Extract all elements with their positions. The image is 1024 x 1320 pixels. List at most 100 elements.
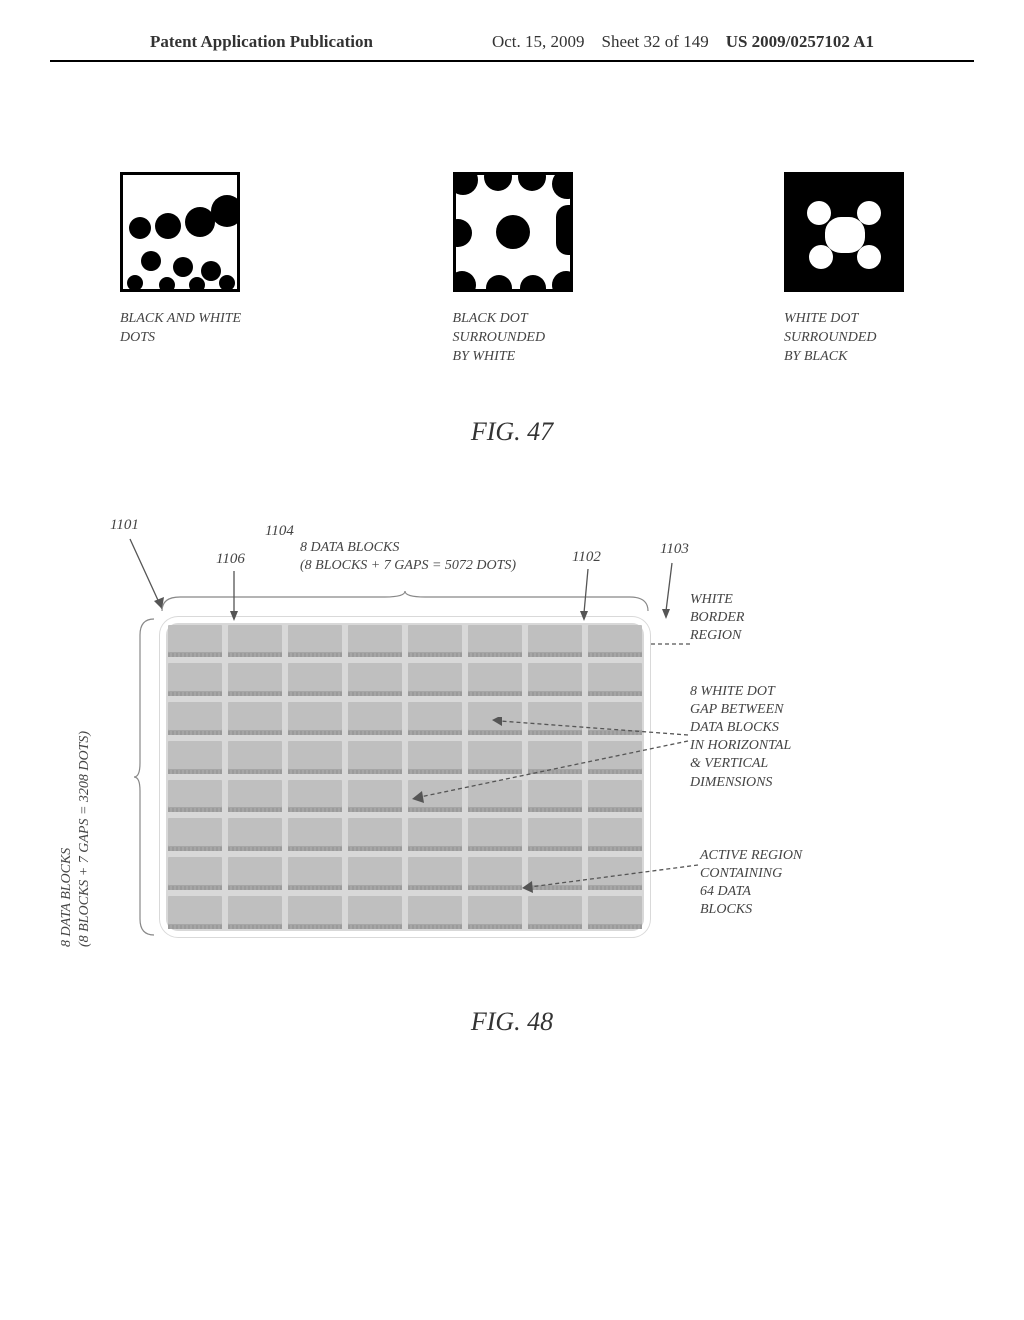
data-block [288,780,342,813]
data-block [468,818,522,851]
caption-line: BLOCKS [700,901,802,919]
data-block [588,818,642,851]
data-block [288,663,342,696]
caption-line: CONTAINING [700,865,802,883]
data-block [228,702,282,735]
data-block [408,702,462,735]
caption-line: WHITE [690,591,744,609]
caption-line: 8 DATA BLOCKS [300,539,516,557]
header-right: Oct. 15, 2009 Sheet 32 of 149 US 2009/02… [492,32,874,52]
fig48-gap-label: 8 WHITE DOT GAP BETWEEN DATA BLOCKS IN H… [690,683,791,792]
ref-1104: 1104 [265,523,294,540]
ref-1103: 1103 [660,541,689,558]
fig47-title: FIG. 47 [120,417,904,447]
fig48-left-label: 8 DATA BLOCKS (8 BLOCKS + 7 GAPS = 3208 … [58,731,94,947]
caption-line: GAP BETWEEN [690,701,791,719]
data-block [168,663,222,696]
data-block [468,663,522,696]
data-block [408,818,462,851]
data-block [168,625,222,658]
data-block [588,663,642,696]
caption-line: IN HORIZONTAL [690,737,791,755]
header-sheet: Sheet 32 of 149 [602,32,709,51]
data-block [348,625,402,658]
data-block [348,780,402,813]
data-block [288,818,342,851]
fig47-panel2 [453,172,573,292]
data-block [408,896,462,929]
fig47-panel3-wrap: WHITE DOT SURROUNDED BY BLACK [784,172,904,367]
fig47-panel1 [120,172,240,292]
caption-line: DOTS [120,329,241,348]
caption-line: BY WHITE [453,348,573,367]
data-block [228,780,282,813]
data-block [528,663,582,696]
data-block [528,896,582,929]
data-block [468,625,522,658]
header-pubno: US 2009/0257102 A1 [726,32,874,51]
data-block [288,741,342,774]
data-block [348,702,402,735]
caption-line: & VERTICAL [690,755,791,773]
data-block [168,702,222,735]
caption-line: 64 DATA [700,883,802,901]
figure-47: BLACK AND WHITE DOTS BLACK DOT SU [0,172,1024,447]
data-block [588,896,642,929]
data-block [288,857,342,890]
data-block [228,896,282,929]
caption-line: REGION [690,627,744,645]
data-block [528,818,582,851]
data-block [228,818,282,851]
data-block [168,741,222,774]
fig47-panel2-wrap: BLACK DOT SURROUNDED BY WHITE [453,172,573,367]
fig48-top-label: 8 DATA BLOCKS (8 BLOCKS + 7 GAPS = 5072 … [300,539,516,575]
data-block [228,857,282,890]
fig48-active-region-label: ACTIVE REGION CONTAINING 64 DATA BLOCKS [700,847,802,920]
caption-line: 8 DATA BLOCKS [59,847,74,946]
caption-line: DATA BLOCKS [690,719,791,737]
caption-line: SURROUNDED [453,329,573,348]
fig47-row: BLACK AND WHITE DOTS BLACK DOT SU [120,172,904,367]
ref-1101: 1101 [110,517,139,534]
data-block [228,625,282,658]
figure-48: 1101 1104 1106 1102 1103 8 DATA BLOCKS (… [0,527,1024,1087]
fig48-white-border-label: WHITE BORDER REGION [690,591,744,646]
data-block [408,663,462,696]
data-block [348,818,402,851]
data-block [348,896,402,929]
fig47-panel1-caption: BLACK AND WHITE DOTS [120,310,241,348]
caption-line: ACTIVE REGION [700,847,802,865]
data-block [168,896,222,929]
ref-1102: 1102 [572,549,601,566]
data-block [288,625,342,658]
caption-line: (8 BLOCKS + 7 GAPS = 3208 DOTS) [77,731,92,947]
caption-line: 8 WHITE DOT [690,683,791,701]
caption-line: BLACK DOT [453,310,573,329]
data-block [168,818,222,851]
data-block [588,625,642,658]
fig47-panel3 [784,172,904,292]
data-block [348,741,402,774]
page-header: Patent Application Publication Oct. 15, … [50,0,974,62]
fig47-panel1-wrap: BLACK AND WHITE DOTS [120,172,241,367]
data-block [348,857,402,890]
data-block [468,857,522,890]
ref-1106: 1106 [216,551,245,568]
fig48-title: FIG. 48 [0,1007,1024,1037]
data-block [228,663,282,696]
header-date: Oct. 15, 2009 [492,32,585,51]
data-block [528,625,582,658]
data-block [228,741,282,774]
caption-line: BORDER [690,609,744,627]
data-block [288,896,342,929]
data-block [168,857,222,890]
data-block [288,702,342,735]
header-left: Patent Application Publication [150,32,373,52]
data-block [408,857,462,890]
caption-line: BY BLACK [784,348,904,367]
fig47-panel3-caption: WHITE DOT SURROUNDED BY BLACK [784,310,904,367]
data-block [468,896,522,929]
data-block [348,663,402,696]
caption-line: (8 BLOCKS + 7 GAPS = 5072 DOTS) [300,557,516,575]
fig47-panel2-caption: BLACK DOT SURROUNDED BY WHITE [453,310,573,367]
